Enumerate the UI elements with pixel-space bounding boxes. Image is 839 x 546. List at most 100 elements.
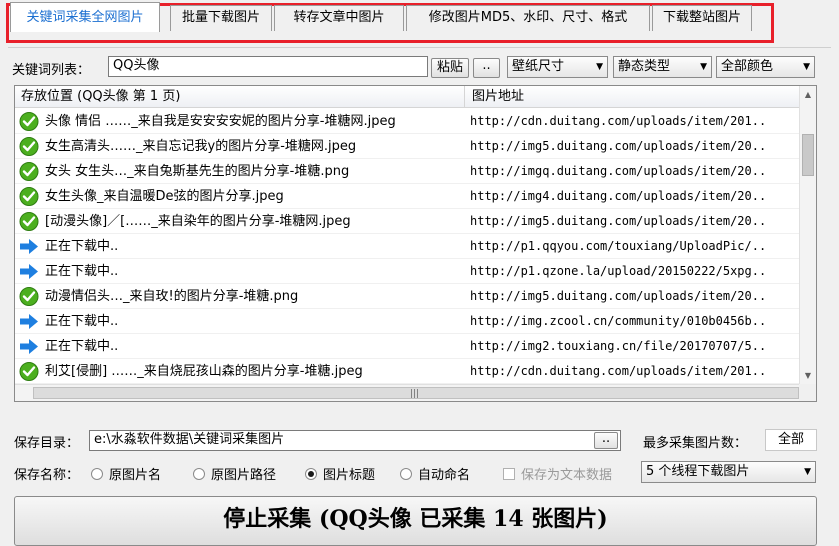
- arrow-right-icon: [20, 239, 38, 254]
- table-row[interactable]: 正在下载中.. http://p1.qqyou.com/touxiang/Uplo…: [15, 234, 799, 259]
- radio-original-path-label: 原图片路径: [211, 468, 277, 483]
- row-location: 正在下载中..: [45, 264, 119, 279]
- row-url: http://img5.duitang.com/uploads/item/20.…: [470, 139, 767, 153]
- table-row[interactable]: 女生高清头……_来自忘记我y的图片分享-堆糖网.jpeg http://img5.…: [15, 134, 799, 159]
- vertical-scroll-thumb[interactable]: [802, 134, 814, 176]
- list-rows: 头像 情侣 ……_来自我是安安安安妮的图片分享-堆糖网.jpeg http://c…: [15, 109, 799, 401]
- color-select-value: 全部颜色: [721, 59, 774, 74]
- radio-auto-name[interactable]: 自动命名: [400, 464, 470, 483]
- table-row[interactable]: 女头 女生头…_来自兔斯基先生的图片分享-堆糖.png http://imgq.d…: [15, 159, 799, 184]
- table-row[interactable]: 女生头像_来自温暖De弦的图片分享.jpeg http://img4.duitan…: [15, 184, 799, 209]
- radio-dot[interactable]: [91, 468, 103, 480]
- tab-batch-download[interactable]: 批量下载图片: [170, 5, 272, 31]
- browse-button[interactable]: ..: [594, 432, 618, 449]
- row-url: http://cdn.duitang.com/uploads/item/201.…: [470, 364, 767, 378]
- check-icon: [19, 212, 39, 231]
- arrow-right-icon: [20, 264, 38, 279]
- keyword-more-button[interactable]: ..: [473, 58, 500, 78]
- check-icon: [19, 287, 39, 306]
- radio-dot-selected[interactable]: [305, 468, 317, 480]
- table-row[interactable]: 利艾[侵删] ……_来自烧屁孩山森的图片分享-堆糖.jpeg http://cdn…: [15, 359, 799, 384]
- type-select[interactable]: 静态类型 ▼: [613, 56, 712, 78]
- stop-collect-button[interactable]: 停止采集 (QQ头像 已采集 14 张图片): [14, 496, 817, 546]
- radio-original-name[interactable]: 原图片名: [91, 464, 161, 483]
- tab-article-images[interactable]: 转存文章中图片: [274, 5, 404, 31]
- row-location: 女生头像_来自温暖De弦的图片分享.jpeg: [45, 189, 284, 204]
- radio-dot[interactable]: [400, 468, 412, 480]
- size-select-value: 壁纸尺寸: [512, 59, 565, 74]
- max-count-label: 最多采集图片数：: [643, 436, 748, 451]
- tab-keyword-collect[interactable]: 关键词采集全网图片: [10, 2, 160, 32]
- row-location: 动漫情侣头…_来自玫!的图片分享-堆糖.png: [45, 289, 299, 304]
- row-location: 正在下载中..: [45, 239, 119, 254]
- type-select-value: 静态类型: [618, 59, 671, 74]
- scroll-corner: [799, 384, 816, 401]
- save-as-text-label: 保存为文本数据: [521, 468, 613, 483]
- row-url: http://img5.duitang.com/uploads/item/20.…: [470, 214, 767, 228]
- row-location: 利艾[侵删] ……_来自烧屁孩山森的图片分享-堆糖.jpeg: [45, 364, 363, 379]
- check-icon: [19, 362, 39, 381]
- scroll-up-icon[interactable]: ▲: [800, 86, 816, 103]
- row-url: http://p1.qqyou.com/touxiang/UploadPic/.…: [470, 239, 767, 253]
- check-icon: [19, 137, 39, 156]
- size-select[interactable]: 壁纸尺寸 ▼: [507, 56, 608, 78]
- checkbox-box[interactable]: [503, 468, 515, 480]
- horizontal-scroll-thumb[interactable]: |||: [33, 387, 799, 399]
- row-url: http://img2.touxiang.cn/file/20170707/5.…: [470, 339, 767, 353]
- scroll-down-icon[interactable]: ▼: [800, 367, 816, 384]
- radio-image-title-label: 图片标题: [323, 468, 376, 483]
- row-url: http://img4.duitang.com/uploads/item/20.…: [470, 189, 767, 203]
- radio-original-name-label: 原图片名: [109, 468, 162, 483]
- table-row[interactable]: 正在下载中.. http://p1.qzone.la/upload/2015022…: [15, 259, 799, 284]
- radio-original-path[interactable]: 原图片路径: [193, 464, 276, 483]
- save-dir-input[interactable]: e:\水淼软件数据\关键词采集图片: [89, 430, 621, 451]
- table-row[interactable]: [动漫头像]／[……_来自染年的图片分享-堆糖网.jpeg http://img5…: [15, 209, 799, 234]
- row-location: 女生高清头……_来自忘记我y的图片分享-堆糖网.jpeg: [45, 139, 357, 154]
- radio-auto-name-label: 自动命名: [418, 468, 471, 483]
- row-location: 正在下载中..: [45, 314, 119, 329]
- save-as-text-checkbox[interactable]: 保存为文本数据: [503, 464, 612, 483]
- row-location: 女头 女生头…_来自兔斯基先生的图片分享-堆糖.png: [45, 164, 350, 179]
- row-location: 正在下载中..: [45, 339, 119, 354]
- threads-select-value: 5 个线程下载图片: [646, 464, 750, 479]
- image-list[interactable]: 存放位置 (QQ头像 第 1 页) 图片地址 头像 情侣 ……_来自我是安安安安…: [14, 85, 817, 402]
- table-row[interactable]: 头像 情侣 ……_来自我是安安安安妮的图片分享-堆糖网.jpeg http://c…: [15, 109, 799, 134]
- keyword-input[interactable]: QQ头像: [108, 56, 428, 77]
- check-icon: [19, 187, 39, 206]
- check-icon: [19, 162, 39, 181]
- chevron-down-icon: ▼: [596, 62, 603, 72]
- chevron-down-icon: ▼: [804, 467, 811, 477]
- horizontal-scrollbar[interactable]: |||: [15, 384, 799, 401]
- threads-select[interactable]: 5 个线程下载图片 ▼: [641, 461, 816, 483]
- row-url: http://cdn.duitang.com/uploads/item/201.…: [470, 114, 767, 128]
- chevron-down-icon: ▼: [803, 62, 810, 72]
- arrow-right-icon: [20, 339, 38, 354]
- column-header-location[interactable]: 存放位置 (QQ头像 第 1 页): [15, 86, 465, 108]
- row-url: http://p1.qzone.la/upload/20150222/5xpg.…: [470, 264, 767, 278]
- tab-panel-divider: [8, 47, 831, 48]
- keyword-list-label: 关键词列表：: [12, 63, 91, 78]
- radio-dot[interactable]: [193, 468, 205, 480]
- table-row[interactable]: 动漫情侣头…_来自玫!的图片分享-堆糖.png http://img5.duita…: [15, 284, 799, 309]
- table-row[interactable]: 正在下载中.. http://img2.touxiang.cn/file/2017…: [15, 334, 799, 359]
- tab-modify-images[interactable]: 修改图片MD5、水印、尺寸、格式: [406, 5, 650, 31]
- max-count-input[interactable]: 全部: [765, 429, 817, 451]
- arrow-right-icon: [20, 314, 38, 329]
- tab-site-download[interactable]: 下载整站图片: [652, 5, 752, 31]
- grip-icon: |||: [410, 389, 420, 399]
- vertical-scrollbar[interactable]: ▲ ▼: [799, 86, 816, 384]
- row-location: 头像 情侣 ……_来自我是安安安安妮的图片分享-堆糖网.jpeg: [45, 114, 396, 129]
- row-location: [动漫头像]／[……_来自染年的图片分享-堆糖网.jpeg: [45, 214, 351, 229]
- chevron-down-icon: ▼: [700, 62, 707, 72]
- row-url: http://img5.duitang.com/uploads/item/20.…: [470, 289, 767, 303]
- color-select[interactable]: 全部颜色 ▼: [716, 56, 815, 78]
- check-icon: [19, 112, 39, 131]
- save-name-label: 保存名称：: [14, 468, 80, 483]
- column-header-url[interactable]: 图片地址: [466, 86, 799, 108]
- radio-image-title[interactable]: 图片标题: [305, 464, 375, 483]
- paste-button[interactable]: 粘贴: [431, 58, 469, 78]
- row-url: http://img.zcool.cn/community/010b0456b.…: [470, 314, 767, 328]
- row-url: http://imgq.duitang.com/uploads/item/20.…: [470, 164, 767, 178]
- save-dir-label: 保存目录：: [14, 436, 80, 451]
- table-row[interactable]: 正在下载中.. http://img.zcool.cn/community/010…: [15, 309, 799, 334]
